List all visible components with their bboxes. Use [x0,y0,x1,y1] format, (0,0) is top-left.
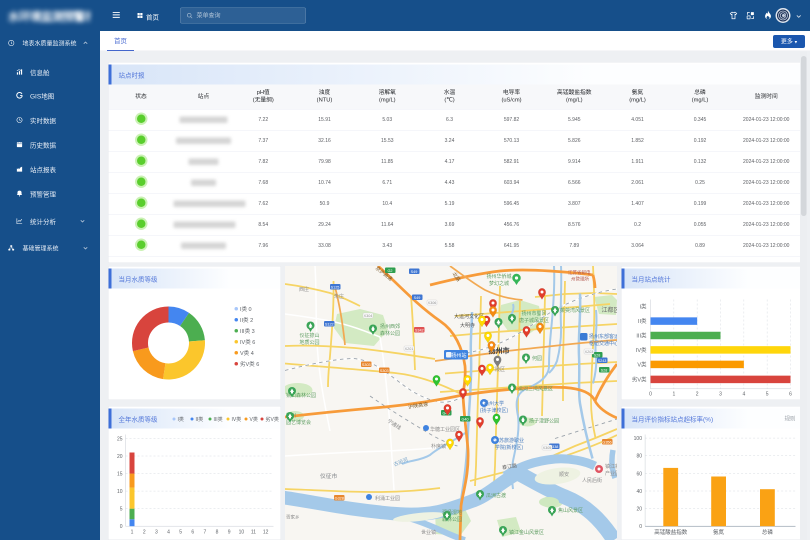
svg-text:胥家乡: 胥家乡 [286,514,300,521]
svg-text:江苏省邮电: 江苏省邮电 [568,269,591,276]
svg-text:朴席镇: 朴席镇 [431,443,446,450]
svg-text:何园: 何园 [532,355,542,362]
svg-text:仪征市: 仪征市 [320,472,337,480]
svg-text:3: 3 [719,392,722,398]
svg-text:唐子城风景区: 唐子城风景区 [519,317,549,324]
svg-text:S243: S243 [598,359,607,363]
svg-text:4: 4 [742,392,745,398]
svg-text:15: 15 [117,472,123,478]
svg-text:X201: X201 [405,347,414,351]
svg-text:X306: X306 [428,301,437,305]
svg-text:地质公园: 地质公园 [300,339,320,346]
svg-text:焦山风景区: 焦山风景区 [558,507,583,514]
svg-text:6: 6 [191,530,194,536]
svg-text:镇江金山风景区: 镇江金山风景区 [509,529,544,536]
svg-text:人民后街: 人民后街 [582,477,602,484]
svg-text:5: 5 [766,392,769,398]
svg-text:运河三湾风景区: 运河三湾风景区 [518,386,553,393]
svg-text:5: 5 [120,507,123,513]
svg-text:20: 20 [117,454,123,460]
svg-text:100: 100 [634,436,643,442]
svg-text:S49: S49 [414,296,421,300]
svg-text:G328: G328 [335,496,344,500]
svg-text:0: 0 [120,524,123,530]
svg-text:扬州市蜀冈: 扬州市蜀冈 [521,310,546,317]
svg-text:S28: S28 [594,353,601,357]
svg-text:劣V类: 劣V类 [632,375,647,383]
svg-text:华糖工业园区: 华糖工业园区 [430,426,460,433]
svg-text:总磷: 总磷 [762,528,774,536]
svg-text:X305: X305 [543,446,552,450]
svg-text:西庄: 西庄 [299,286,309,293]
svg-text:大明寺: 大明寺 [460,322,475,329]
svg-text:II类: II类 [638,317,647,325]
svg-text:X203: X203 [585,350,594,354]
svg-text:1: 1 [131,530,134,536]
svg-text:3: 3 [155,530,158,536]
svg-text:镇江新区: 镇江新区 [605,463,617,470]
svg-text:5: 5 [179,530,182,536]
svg-text:扬州大学: 扬州大学 [484,400,504,407]
svg-text:9: 9 [228,530,231,536]
svg-text:80: 80 [636,454,642,460]
svg-text:4: 4 [167,530,170,536]
svg-text:12: 12 [263,530,269,536]
svg-text:S125: S125 [331,285,340,289]
svg-text:G356: G356 [602,440,611,444]
svg-text:10: 10 [239,530,245,536]
svg-text:V类: V类 [637,361,647,369]
svg-text:(扬子津校区): (扬子津校区) [480,407,509,414]
svg-text:11: 11 [251,530,256,536]
svg-text:利涌工业园: 利涌工业园 [375,495,400,502]
svg-text:扬州东部客运: 扬州东部客运 [589,333,617,340]
svg-text:朱庄: 朱庄 [334,293,344,300]
svg-text:扬州西郊: 扬州西郊 [380,323,400,330]
svg-text:世业镇: 世业镇 [421,529,436,536]
svg-text:I类: I类 [639,302,647,310]
svg-text:G40: G40 [461,417,468,421]
svg-text:25: 25 [117,437,123,443]
svg-text:仪征捺山: 仪征捺山 [300,332,320,339]
svg-text:瓜洲古渡: 瓜洲古渡 [486,492,506,499]
svg-text:森林公园: 森林公园 [380,330,400,337]
svg-text:7: 7 [204,530,207,536]
svg-text:枢纽交通中心: 枢纽交通中心 [589,340,617,347]
svg-text:8: 8 [216,530,219,536]
svg-text:茱萸湾风景区: 茱萸湾风景区 [560,307,590,314]
svg-text:S303: S303 [380,369,389,373]
svg-text:G2: G2 [387,269,392,273]
svg-text:高锰酸盐指数: 高锰酸盐指数 [654,528,688,536]
svg-text:60: 60 [636,471,642,477]
svg-text:扬子津野公园: 扬子津野公园 [529,418,559,425]
svg-text:扬州站: 扬州站 [451,352,466,359]
svg-text:梦幻之城: 梦幻之城 [489,280,509,287]
svg-text:40: 40 [636,489,642,495]
svg-text:6: 6 [789,392,792,398]
svg-text:III类: III类 [636,332,647,340]
svg-text:产业园区: 产业园区 [605,470,617,477]
svg-text:S122: S122 [325,322,334,326]
svg-text:S28: S28 [601,368,608,372]
svg-text:江苏旅游职业: 江苏旅游职业 [494,437,524,444]
svg-text:10: 10 [117,489,123,495]
svg-text:S49: S49 [411,270,418,274]
svg-text:X304: X304 [364,314,373,318]
svg-text:顺安: 顺安 [559,471,569,478]
svg-text:学院(新校区): 学院(新校区) [495,444,524,451]
svg-text:20: 20 [636,507,642,513]
svg-text:0: 0 [649,392,652,398]
svg-text:江都区: 江都区 [602,306,618,314]
svg-text:S342: S342 [415,328,424,332]
svg-text:2: 2 [143,530,146,536]
svg-text:IV类: IV类 [636,346,647,354]
svg-text:0: 0 [639,524,642,530]
svg-text:扬州华侨城: 扬州华侨城 [486,273,511,280]
svg-text:州管理所: 州管理所 [571,276,589,283]
svg-text:S303: S303 [362,363,371,367]
svg-text:1: 1 [672,392,675,398]
svg-text:2: 2 [696,392,699,398]
svg-text:氨氮: 氨氮 [713,528,725,536]
